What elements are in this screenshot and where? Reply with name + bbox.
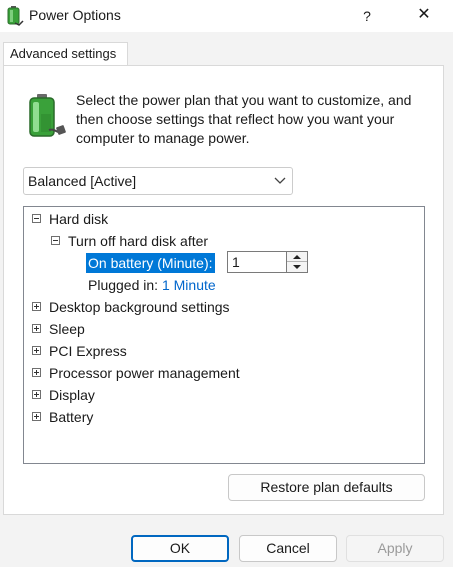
- spin-down-button[interactable]: [287, 262, 307, 272]
- spin-up-button[interactable]: [287, 252, 307, 262]
- cancel-button[interactable]: Cancel: [239, 535, 337, 562]
- help-button[interactable]: ?: [350, 0, 384, 32]
- expand-icon[interactable]: [32, 324, 41, 333]
- expand-icon[interactable]: [32, 412, 41, 421]
- window-title: Power Options: [29, 7, 121, 23]
- apply-button[interactable]: Apply: [346, 535, 444, 562]
- plugged-in-label: Plugged in:: [88, 277, 159, 293]
- page-description: Select the power plan that you want to c…: [76, 92, 412, 146]
- minutes-spinner: [287, 251, 308, 273]
- battery-plug-icon: [29, 94, 66, 137]
- power-plan-select[interactable]: Balanced [Active]: [23, 167, 293, 195]
- expand-icon[interactable]: [32, 346, 41, 355]
- title-bar: Power Options ? ✕: [0, 0, 453, 32]
- tab-advanced-settings[interactable]: Advanced settings: [3, 42, 128, 66]
- plugged-in-row: Plugged in: 1 Minute: [88, 275, 216, 295]
- plugged-in-value-link[interactable]: 1 Minute: [162, 277, 216, 293]
- tree-item-label: Desktop background settings: [49, 299, 230, 315]
- tree-item-label: PCI Express: [49, 343, 127, 359]
- tab-strip: Advanced settings: [0, 32, 453, 66]
- power-plan-select-value: Balanced [Active]: [28, 173, 137, 189]
- expand-icon[interactable]: [32, 302, 41, 311]
- on-battery-minutes-input[interactable]: 1: [227, 251, 287, 273]
- advanced-settings-panel: Select the power plan that you want to c…: [3, 65, 444, 515]
- chevron-down-icon: [274, 177, 286, 184]
- tree-item-label: Display: [49, 387, 95, 403]
- arrow-down-icon: [293, 265, 301, 269]
- collapse-icon[interactable]: [32, 214, 41, 223]
- tree-item-label: Hard disk: [49, 211, 109, 227]
- restore-plan-defaults-button[interactable]: Restore plan defaults: [228, 474, 425, 501]
- collapse-icon[interactable]: [51, 236, 60, 245]
- ok-button[interactable]: OK: [131, 535, 229, 562]
- tree-item-label: Turn off hard disk after: [68, 233, 209, 249]
- expand-icon[interactable]: [32, 368, 41, 377]
- settings-tree[interactable]: Hard disk Turn off hard disk after On ba…: [23, 206, 425, 464]
- on-battery-label[interactable]: On battery (Minute):: [86, 253, 215, 273]
- power-options-app-icon: [7, 6, 24, 26]
- close-button[interactable]: ✕: [406, 0, 442, 32]
- tree-item-label: Battery: [49, 409, 94, 425]
- expand-icon[interactable]: [32, 390, 41, 399]
- tree-item-label: Sleep: [49, 321, 85, 337]
- arrow-up-icon: [293, 255, 301, 259]
- tree-item-label: Processor power management: [49, 365, 240, 381]
